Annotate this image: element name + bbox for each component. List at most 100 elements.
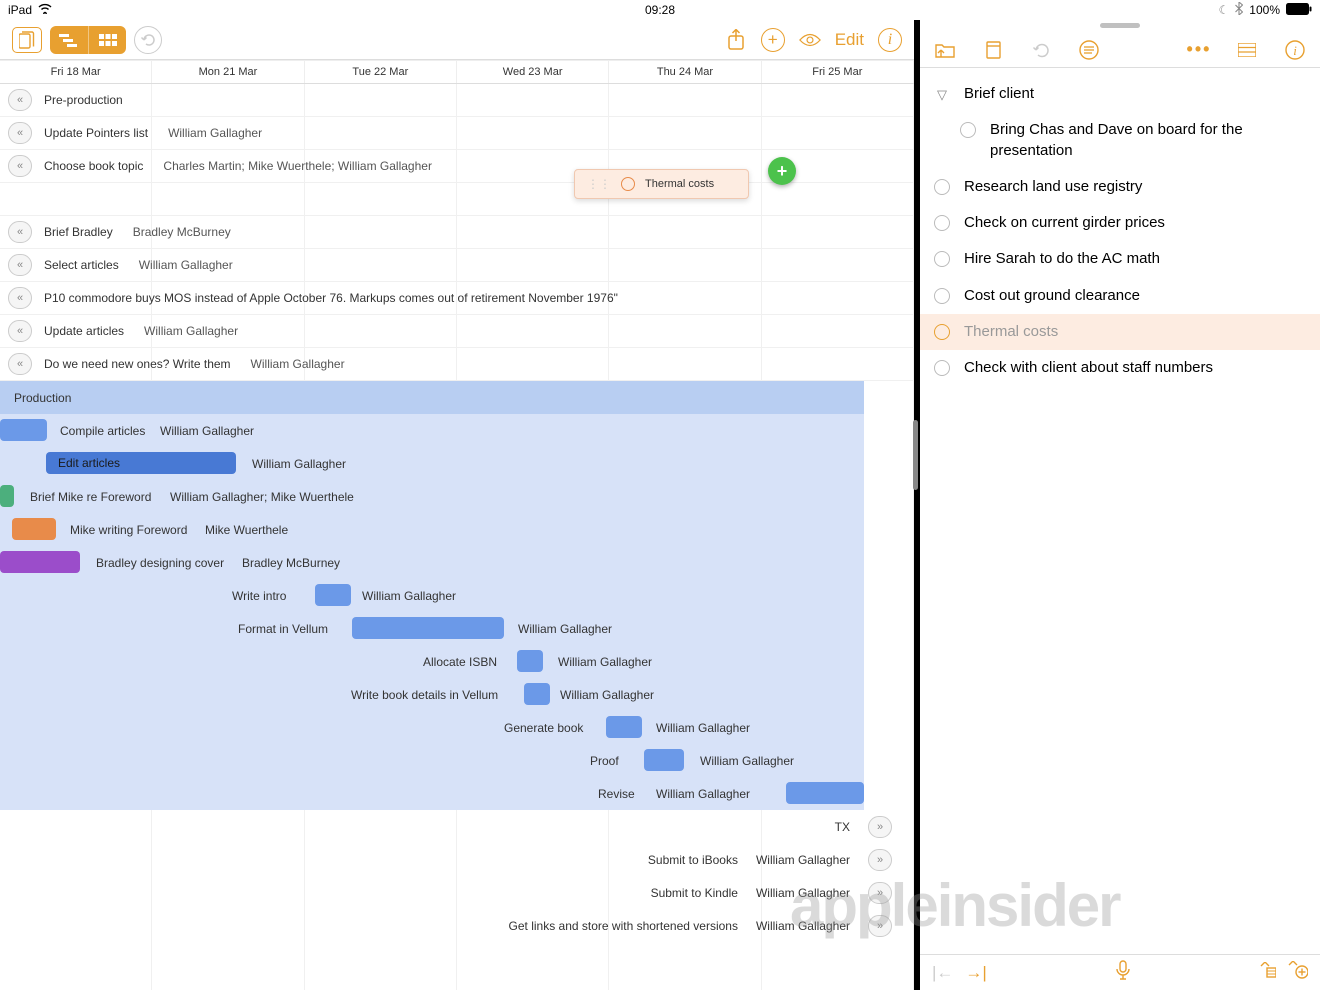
share-icon[interactable] [725,27,747,53]
chevron-left-icon[interactable]: « [8,353,32,375]
task-row[interactable]: TX » [835,810,902,843]
folder-icon[interactable] [934,39,956,61]
status-circle-icon[interactable] [934,215,950,231]
task-row[interactable]: Brief Mike re Foreword William Gallagher… [0,480,914,513]
gantt-view-icon[interactable] [50,26,88,54]
assignee: William Gallagher [656,721,750,735]
task-row[interactable]: « Update articles William Gallagher [0,315,914,348]
task-bar[interactable] [606,716,642,738]
task-row[interactable]: Write book details in Vellum William Gal… [0,678,914,711]
outline-item-highlighted[interactable]: Thermal costs [920,314,1320,350]
status-circle-icon[interactable] [934,179,950,195]
task-label: Write intro [232,589,286,603]
calendar-view-icon[interactable] [88,26,126,54]
hierarchy-up-icon[interactable] [1260,962,1276,983]
add-button[interactable]: + [761,28,785,52]
date-col: Fri 25 Mar [762,61,914,83]
task-bar[interactable] [517,650,543,672]
task-label: P10 commodore buys MOS instead of Apple … [44,291,618,305]
chevron-right-icon[interactable]: » [868,849,892,871]
edit-button[interactable]: Edit [835,30,864,50]
outline-item[interactable]: Hire Sarah to do the AC math [920,241,1320,277]
task-bar[interactable] [644,749,684,771]
chevron-left-icon[interactable]: « [8,287,32,309]
task-row[interactable]: « Update Pointers list William Gallagher [0,117,914,150]
task-row[interactable]: Submit to iBooks William Gallagher » [648,843,902,876]
info-icon[interactable]: i [1284,39,1306,61]
outline-list[interactable]: ▽ Brief client Bring Chas and Dave on bo… [920,68,1320,954]
microphone-icon[interactable] [1116,960,1130,985]
chevron-right-icon[interactable]: » [868,915,892,937]
outline-header[interactable]: ▽ Brief client [920,76,1320,112]
scrollbar[interactable] [913,420,918,490]
undo-icon[interactable] [1030,39,1052,61]
status-circle-icon[interactable] [934,324,950,340]
task-row[interactable]: Format in Vellum William Gallagher [0,612,914,645]
task-row[interactable]: Revise William Gallagher [0,777,914,810]
info-icon[interactable]: i [878,28,902,52]
undo-button[interactable] [134,26,162,54]
gantt-chart[interactable]: « Pre-production « Update Pointers list … [0,84,914,990]
split-handle[interactable] [1100,23,1140,28]
status-circle-icon[interactable] [960,122,976,138]
go-end-icon[interactable]: →| [965,963,986,983]
layout-icon[interactable] [1236,39,1258,61]
status-circle-icon[interactable] [934,360,950,376]
task-row[interactable]: « Brief Bradley Bradley McBurney [0,216,914,249]
task-bar[interactable] [524,683,550,705]
task-bar[interactable] [315,584,351,606]
task-row[interactable]: Proof William Gallagher [0,744,914,777]
outline-item[interactable]: Check with client about staff numbers [920,350,1320,386]
chevron-left-icon[interactable]: « [8,320,32,342]
outline-item[interactable]: Bring Chas and Dave on board for the pre… [920,112,1320,169]
view-icon[interactable] [799,27,821,53]
chevron-left-icon[interactable]: « [8,122,32,144]
task-label: Revise [598,787,635,801]
outline-icon[interactable] [1078,39,1100,61]
task-label: Update Pointers list [44,126,148,140]
chevron-left-icon[interactable]: « [8,155,32,177]
task-bar[interactable] [12,518,56,540]
task-bar[interactable] [0,485,14,507]
task-row[interactable]: Bradley designing cover Bradley McBurney [0,546,914,579]
task-bar[interactable] [352,617,504,639]
task-row[interactable]: Mike writing Foreword Mike Wuerthele [0,513,914,546]
task-bar[interactable] [786,782,864,804]
production-header[interactable]: Production [0,381,864,414]
task-row[interactable]: Generate book William Gallagher [0,711,914,744]
task-row[interactable]: Write intro William Gallagher [0,579,914,612]
task-row[interactable]: « P10 commodore buys MOS instead of Appl… [0,282,914,315]
task-label: Bradley designing cover [96,556,224,570]
outline-item[interactable]: Research land use registry [920,169,1320,205]
task-bar[interactable]: Edit articles [46,452,236,474]
chevron-left-icon[interactable]: « [8,254,32,276]
add-task-button[interactable]: + [768,157,796,185]
task-row[interactable]: Allocate ISBN William Gallagher [0,645,914,678]
status-circle-icon[interactable] [934,288,950,304]
chevron-right-icon[interactable]: » [868,816,892,838]
assignee: Mike Wuerthele [205,523,288,537]
task-row[interactable]: « Do we need new ones? Write them Willia… [0,348,914,381]
task-row[interactable]: « Pre-production [0,84,914,117]
status-circle-icon[interactable] [934,251,950,267]
task-row[interactable]: Submit to Kindle William Gallagher » [651,876,902,909]
go-start-icon[interactable]: |← [932,963,953,983]
document-icon[interactable] [982,39,1004,61]
task-bar[interactable] [0,551,80,573]
chevron-right-icon[interactable]: » [868,882,892,904]
view-toggle[interactable] [50,26,126,54]
dragged-task[interactable]: ⋮⋮ Thermal costs [574,169,749,199]
outline-item[interactable]: Check on current girder prices [920,205,1320,241]
drag-handle-icon[interactable]: ⋮⋮ [587,177,611,191]
task-row[interactable]: « Select articles William Gallagher [0,249,914,282]
more-icon[interactable]: ••• [1188,39,1210,61]
task-row[interactable]: Edit articles William Gallagher [0,447,914,480]
documents-icon[interactable] [12,27,42,53]
battery-icon [1286,3,1312,18]
outline-item[interactable]: Cost out ground clearance [920,278,1320,314]
add-item-icon[interactable] [1288,961,1308,984]
task-row[interactable]: Get links and store with shortened versi… [509,909,902,942]
chevron-left-icon[interactable]: « [8,221,32,243]
disclosure-triangle-icon[interactable]: ▽ [934,86,950,104]
chevron-left-icon[interactable]: « [8,89,32,111]
